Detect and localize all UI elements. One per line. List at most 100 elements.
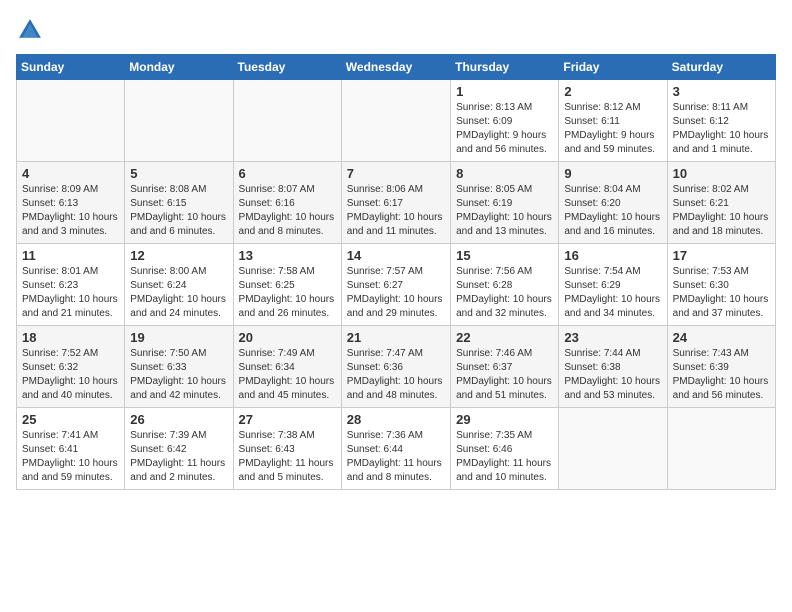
- day-info: Sunrise: 7:53 AMSunset: 6:30 PMDaylight:…: [673, 265, 770, 321]
- calendar-cell: [17, 80, 125, 162]
- day-number: 21: [347, 330, 445, 345]
- weekday-header: Wednesday: [341, 55, 450, 80]
- calendar-cell: [125, 80, 233, 162]
- calendar-cell: 22 Sunrise: 7:46 AMSunset: 6:37 PMDayligh…: [451, 326, 559, 408]
- day-number: 5: [130, 166, 227, 181]
- calendar-week-row: 1Sunrise: 8:13 AMSunset: 6:09 PMDaylight…: [17, 80, 776, 162]
- calendar-cell: 20 Sunrise: 7:49 AMSunset: 6:34 PMDayligh…: [233, 326, 341, 408]
- day-info: Sunrise: 8:11 AMSunset: 6:12 PMDaylight:…: [673, 101, 770, 157]
- day-info: Sunrise: 7:47 AMSunset: 6:36 PMDaylight:…: [347, 347, 445, 403]
- day-info: Sunrise: 8:01 AMSunset: 6:23 PMDaylight:…: [22, 265, 119, 321]
- calendar-cell: 16 Sunrise: 7:54 AMSunset: 6:29 PMDayligh…: [559, 244, 667, 326]
- day-number: 16: [564, 248, 661, 263]
- day-number: 28: [347, 412, 445, 427]
- weekday-header: Saturday: [667, 55, 775, 80]
- day-number: 9: [564, 166, 661, 181]
- calendar-cell: [559, 408, 667, 490]
- day-number: 18: [22, 330, 119, 345]
- calendar-week-row: 25 Sunrise: 7:41 AMSunset: 6:41 PMDayligh…: [17, 408, 776, 490]
- calendar-cell: 13 Sunrise: 7:58 AMSunset: 6:25 PMDayligh…: [233, 244, 341, 326]
- header-row: SundayMondayTuesdayWednesdayThursdayFrid…: [17, 55, 776, 80]
- day-info: Sunrise: 8:05 AMSunset: 6:19 PMDaylight:…: [456, 183, 553, 239]
- day-number: 19: [130, 330, 227, 345]
- day-number: 26: [130, 412, 227, 427]
- day-info: Sunrise: 7:50 AMSunset: 6:33 PMDaylight:…: [130, 347, 227, 403]
- calendar-cell: 26 Sunrise: 7:39 AMSunset: 6:42 PMDayligh…: [125, 408, 233, 490]
- calendar-cell: 15 Sunrise: 7:56 AMSunset: 6:28 PMDayligh…: [451, 244, 559, 326]
- day-info: Sunrise: 7:58 AMSunset: 6:25 PMDaylight:…: [239, 265, 336, 321]
- day-number: 27: [239, 412, 336, 427]
- day-info: Sunrise: 8:12 AMSunset: 6:11 PMDaylight:…: [564, 101, 661, 157]
- day-info: Sunrise: 8:00 AMSunset: 6:24 PMDaylight:…: [130, 265, 227, 321]
- logo-icon: [16, 16, 44, 44]
- day-info: Sunrise: 7:52 AMSunset: 6:32 PMDaylight:…: [22, 347, 119, 403]
- weekday-header: Friday: [559, 55, 667, 80]
- calendar-week-row: 4 Sunrise: 8:09 AMSunset: 6:13 PMDaylight…: [17, 162, 776, 244]
- calendar-cell: 7Sunrise: 8:06 AMSunset: 6:17 PMDaylight…: [341, 162, 450, 244]
- day-info: Sunrise: 7:39 AMSunset: 6:42 PMDaylight:…: [130, 429, 227, 485]
- day-number: 17: [673, 248, 770, 263]
- calendar-cell: 3 Sunrise: 8:11 AMSunset: 6:12 PMDaylight…: [667, 80, 775, 162]
- day-number: 15: [456, 248, 553, 263]
- day-info: Sunrise: 8:04 AMSunset: 6:20 PMDaylight:…: [564, 183, 661, 239]
- day-info: Sunrise: 7:56 AMSunset: 6:28 PMDaylight:…: [456, 265, 553, 321]
- day-number: 6: [239, 166, 336, 181]
- day-number: 2: [564, 84, 661, 99]
- day-number: 14: [347, 248, 445, 263]
- day-number: 1: [456, 84, 553, 99]
- day-number: 24: [673, 330, 770, 345]
- calendar-table: SundayMondayTuesdayWednesdayThursdayFrid…: [16, 54, 776, 490]
- day-info: Sunrise: 7:46 AMSunset: 6:37 PMDaylight:…: [456, 347, 553, 403]
- calendar-cell: 4 Sunrise: 8:09 AMSunset: 6:13 PMDaylight…: [17, 162, 125, 244]
- day-info: Sunrise: 7:54 AMSunset: 6:29 PMDaylight:…: [564, 265, 661, 321]
- day-number: 11: [22, 248, 119, 263]
- day-info: Sunrise: 7:35 AMSunset: 6:46 PMDaylight:…: [456, 429, 553, 485]
- calendar-cell: 28 Sunrise: 7:36 AMSunset: 6:44 PMDayligh…: [341, 408, 450, 490]
- day-number: 20: [239, 330, 336, 345]
- calendar-cell: 5 Sunrise: 8:08 AMSunset: 6:15 PMDaylight…: [125, 162, 233, 244]
- day-info: Sunrise: 7:41 AMSunset: 6:41 PMDaylight:…: [22, 429, 119, 485]
- calendar-cell: 12Sunrise: 8:00 AMSunset: 6:24 PMDayligh…: [125, 244, 233, 326]
- calendar-cell: [667, 408, 775, 490]
- day-number: 22: [456, 330, 553, 345]
- calendar-cell: [233, 80, 341, 162]
- day-number: 8: [456, 166, 553, 181]
- calendar-cell: 25 Sunrise: 7:41 AMSunset: 6:41 PMDayligh…: [17, 408, 125, 490]
- calendar-cell: 19 Sunrise: 7:50 AMSunset: 6:33 PMDayligh…: [125, 326, 233, 408]
- day-info: Sunrise: 7:43 AMSunset: 6:39 PMDaylight:…: [673, 347, 770, 403]
- day-info: Sunrise: 7:38 AMSunset: 6:43 PMDaylight:…: [239, 429, 336, 485]
- calendar-cell: 24 Sunrise: 7:43 AMSunset: 6:39 PMDayligh…: [667, 326, 775, 408]
- day-info: Sunrise: 7:49 AMSunset: 6:34 PMDaylight:…: [239, 347, 336, 403]
- weekday-header: Tuesday: [233, 55, 341, 80]
- page-header: [16, 16, 776, 44]
- calendar-cell: 17 Sunrise: 7:53 AMSunset: 6:30 PMDayligh…: [667, 244, 775, 326]
- day-number: 13: [239, 248, 336, 263]
- calendar-cell: 29 Sunrise: 7:35 AMSunset: 6:46 PMDayligh…: [451, 408, 559, 490]
- weekday-header: Sunday: [17, 55, 125, 80]
- calendar-cell: 10Sunrise: 8:02 AMSunset: 6:21 PMDayligh…: [667, 162, 775, 244]
- day-info: Sunrise: 8:07 AMSunset: 6:16 PMDaylight:…: [239, 183, 336, 239]
- day-number: 3: [673, 84, 770, 99]
- weekday-header: Thursday: [451, 55, 559, 80]
- calendar-week-row: 11 Sunrise: 8:01 AMSunset: 6:23 PMDayligh…: [17, 244, 776, 326]
- day-number: 25: [22, 412, 119, 427]
- calendar-cell: 18 Sunrise: 7:52 AMSunset: 6:32 PMDayligh…: [17, 326, 125, 408]
- weekday-header: Monday: [125, 55, 233, 80]
- calendar-cell: 2 Sunrise: 8:12 AMSunset: 6:11 PMDaylight…: [559, 80, 667, 162]
- day-number: 7: [347, 166, 445, 181]
- calendar-cell: 8 Sunrise: 8:05 AMSunset: 6:19 PMDaylight…: [451, 162, 559, 244]
- day-info: Sunrise: 8:09 AMSunset: 6:13 PMDaylight:…: [22, 183, 119, 239]
- logo: [16, 16, 48, 44]
- day-number: 23: [564, 330, 661, 345]
- day-info: Sunrise: 7:36 AMSunset: 6:44 PMDaylight:…: [347, 429, 445, 485]
- day-info: Sunrise: 8:08 AMSunset: 6:15 PMDaylight:…: [130, 183, 227, 239]
- calendar-cell: [341, 80, 450, 162]
- day-number: 29: [456, 412, 553, 427]
- calendar-cell: 11 Sunrise: 8:01 AMSunset: 6:23 PMDayligh…: [17, 244, 125, 326]
- day-number: 10: [673, 166, 770, 181]
- calendar-cell: 9 Sunrise: 8:04 AMSunset: 6:20 PMDaylight…: [559, 162, 667, 244]
- day-number: 4: [22, 166, 119, 181]
- day-info: Sunrise: 7:57 AMSunset: 6:27 PMDaylight:…: [347, 265, 445, 321]
- day-info: Sunrise: 7:44 AMSunset: 6:38 PMDaylight:…: [564, 347, 661, 403]
- calendar-cell: 6 Sunrise: 8:07 AMSunset: 6:16 PMDaylight…: [233, 162, 341, 244]
